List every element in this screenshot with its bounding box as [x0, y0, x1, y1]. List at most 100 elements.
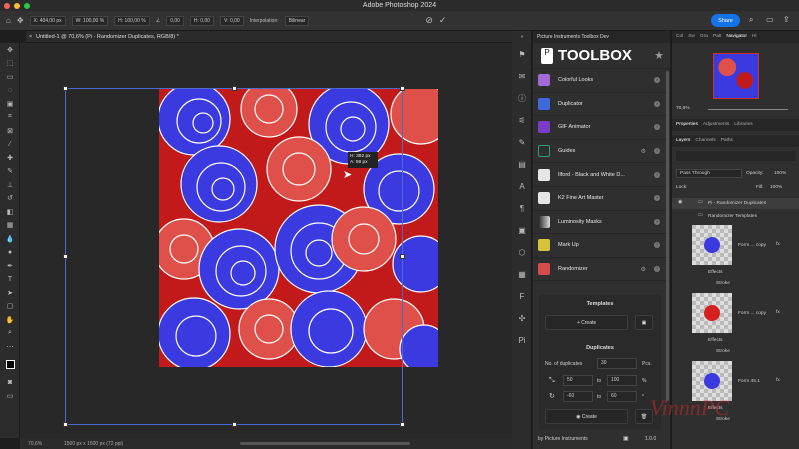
workspace-icon[interactable]: ▭ [766, 15, 774, 24]
transform-handle[interactable] [63, 422, 68, 427]
navigator-zoom-slider[interactable] [708, 109, 788, 110]
fx-icon[interactable]: fx [776, 242, 780, 247]
h-skew-field[interactable]: H: 0,00 [189, 15, 215, 26]
gallery-icon[interactable]: ▦ [512, 263, 532, 285]
search-icon[interactable]: ⌕ [749, 15, 753, 25]
tab-layers[interactable]: Layers [676, 138, 690, 144]
interpolation-select[interactable]: Bilinear [284, 15, 310, 26]
quick-mask-icon[interactable]: ◙ [0, 376, 20, 390]
transform-handle[interactable] [232, 422, 237, 427]
stamp-tool-icon[interactable]: ⊥ [0, 178, 20, 192]
help-icon[interactable]: ? [654, 171, 660, 178]
commit-transform-icon[interactable]: ✓ [439, 15, 447, 26]
width-field[interactable]: W: 100,00 % [71, 15, 109, 26]
pi-plugin-icon[interactable]: Pi [512, 329, 532, 351]
move-tool-icon[interactable]: ✥ [17, 16, 24, 25]
tab-paths[interactable]: Paths [721, 138, 733, 144]
layer-row[interactable]: Form ... copy fx Effects Stroke [672, 293, 799, 361]
lasso-tool-icon[interactable]: ◌ [0, 84, 20, 98]
help-icon[interactable]: ? [654, 148, 660, 155]
document-tab[interactable]: × Untitled-1 @ 70,6% (Pi - Randomizer Du… [26, 31, 512, 43]
gear-icon[interactable]: ⚙ [641, 148, 646, 155]
blend-mode-select[interactable]: Pass Through [676, 169, 742, 178]
v-skew-field[interactable]: V: 0,00 [220, 15, 244, 26]
character-icon[interactable]: A [512, 175, 532, 197]
horizontal-scrollbar[interactable] [240, 442, 410, 445]
rotate-to-input[interactable]: 60 [607, 391, 637, 402]
hand-tool-icon[interactable]: ✋ [0, 313, 20, 327]
gradient-tool-icon[interactable]: ▦ [0, 219, 20, 233]
f-plugin-icon[interactable]: F [512, 285, 532, 307]
height-field[interactable]: H: 100,00 % [114, 15, 150, 26]
scale-to-input[interactable]: 100 [607, 375, 637, 386]
fill-value[interactable]: 100% [770, 185, 782, 190]
screen-mode-icon[interactable]: ▭ [0, 389, 20, 403]
plugin-item-randomizer[interactable]: Randomizer ⚙? [533, 258, 670, 282]
more-tools-icon[interactable]: ⋯ [0, 340, 20, 354]
x-field[interactable]: X: 404,00 px [29, 15, 66, 26]
favorite-star-icon[interactable]: ★ [654, 49, 664, 62]
plugin-item-mark-up[interactable]: Mark Up? [533, 234, 670, 258]
tab-patterns[interactable]: Patt [713, 34, 722, 40]
navigator-preview[interactable] [713, 53, 759, 99]
tab-history[interactable]: Hi [752, 34, 757, 40]
tab-adjustments[interactable]: Adjustments [703, 122, 729, 128]
type-tool-icon[interactable]: T [0, 273, 20, 287]
transform-handle[interactable] [63, 86, 68, 91]
help-icon[interactable]: ? [654, 100, 660, 107]
plugin-item-duplicator[interactable]: Duplicator? [533, 93, 670, 117]
share-doc-icon[interactable]: ⇪ [783, 15, 790, 24]
plugin-item-luminosity-masks[interactable]: Luminosity Masks? [533, 211, 670, 235]
tab-swatches[interactable]: Sw [688, 34, 695, 40]
histogram-icon[interactable]: ▤ [512, 153, 532, 175]
fx-icon[interactable]: fx [776, 378, 780, 383]
color-swatches-icon[interactable] [0, 354, 20, 376]
help-icon[interactable]: ? [654, 218, 660, 225]
num-duplicates-input[interactable]: 30 [597, 358, 637, 369]
layer-group-row[interactable]: ◉ ▭ Pi - Randomizer Duplicates [672, 198, 799, 209]
rotate-from-input[interactable]: -60 [563, 391, 593, 402]
transform-handle[interactable] [63, 254, 68, 259]
create-duplicates-button[interactable]: ◉ Create [545, 409, 628, 424]
move-tool-icon[interactable]: ✥ [0, 43, 20, 57]
shape-tool-icon[interactable]: ▢ [0, 300, 20, 314]
layer-filter-bar[interactable] [676, 151, 796, 161]
frame-tool-icon[interactable]: ⊠ [0, 124, 20, 138]
opacity-value[interactable]: 100% [774, 171, 786, 176]
cancel-transform-icon[interactable]: ⊘ [425, 15, 433, 26]
artboard-tool-icon[interactable]: ⬚ [0, 57, 20, 71]
object-select-tool-icon[interactable]: ▣ [0, 97, 20, 111]
dodge-tool-icon[interactable]: ● [0, 246, 20, 260]
tab-libraries[interactable]: Libraries [734, 122, 752, 128]
tab-properties[interactable]: Properties [676, 122, 698, 128]
layer-row[interactable]: Form ... copy fx Effects Stroke [672, 225, 799, 293]
zoom-level[interactable]: 70,6% [28, 441, 42, 447]
brush-tool-icon[interactable]: ✎ [0, 165, 20, 179]
transform-handle[interactable] [232, 86, 237, 91]
eraser-tool-icon[interactable]: ◧ [0, 205, 20, 219]
transform-bounding-box[interactable] [65, 88, 403, 425]
adjustments-icon[interactable]: ⚟ [512, 109, 532, 131]
transform-handle[interactable] [400, 86, 405, 91]
comments-icon[interactable]: ✉ [512, 65, 532, 87]
puzzle-icon[interactable]: ✣ [512, 307, 532, 329]
tab-gradients[interactable]: Gra [700, 34, 708, 40]
healing-tool-icon[interactable]: ✚ [0, 151, 20, 165]
create-template-button[interactable]: + Create [545, 315, 628, 330]
scale-from-input[interactable]: 50 [563, 375, 593, 386]
eye-icon[interactable]: ◉ [678, 200, 682, 205]
toolbox-icon[interactable]: ⚑ [512, 43, 532, 65]
plugin-panel-tab[interactable]: Picture Instruments Toolbox Dev [533, 31, 670, 43]
blur-tool-icon[interactable]: 💧 [0, 232, 20, 246]
help-icon[interactable]: ? [654, 266, 660, 273]
help-icon[interactable]: ? [654, 242, 660, 249]
layer-group-row[interactable]: ▭ Randomizer Templates [672, 211, 799, 222]
plugin-item-k2[interactable]: K2 Fine Art Master? [533, 187, 670, 211]
paragraph-icon[interactable]: ¶ [512, 197, 532, 219]
template-folder-button[interactable]: ▣ [635, 315, 653, 330]
plugin-item-ilford[interactable]: Ilford - Black and White D...? [533, 163, 670, 187]
home-icon[interactable]: ⌂ [6, 16, 11, 25]
panel-scrollbar[interactable] [666, 71, 669, 401]
close-tab-icon[interactable]: × [29, 34, 32, 40]
fx-icon[interactable]: fx [776, 310, 780, 315]
